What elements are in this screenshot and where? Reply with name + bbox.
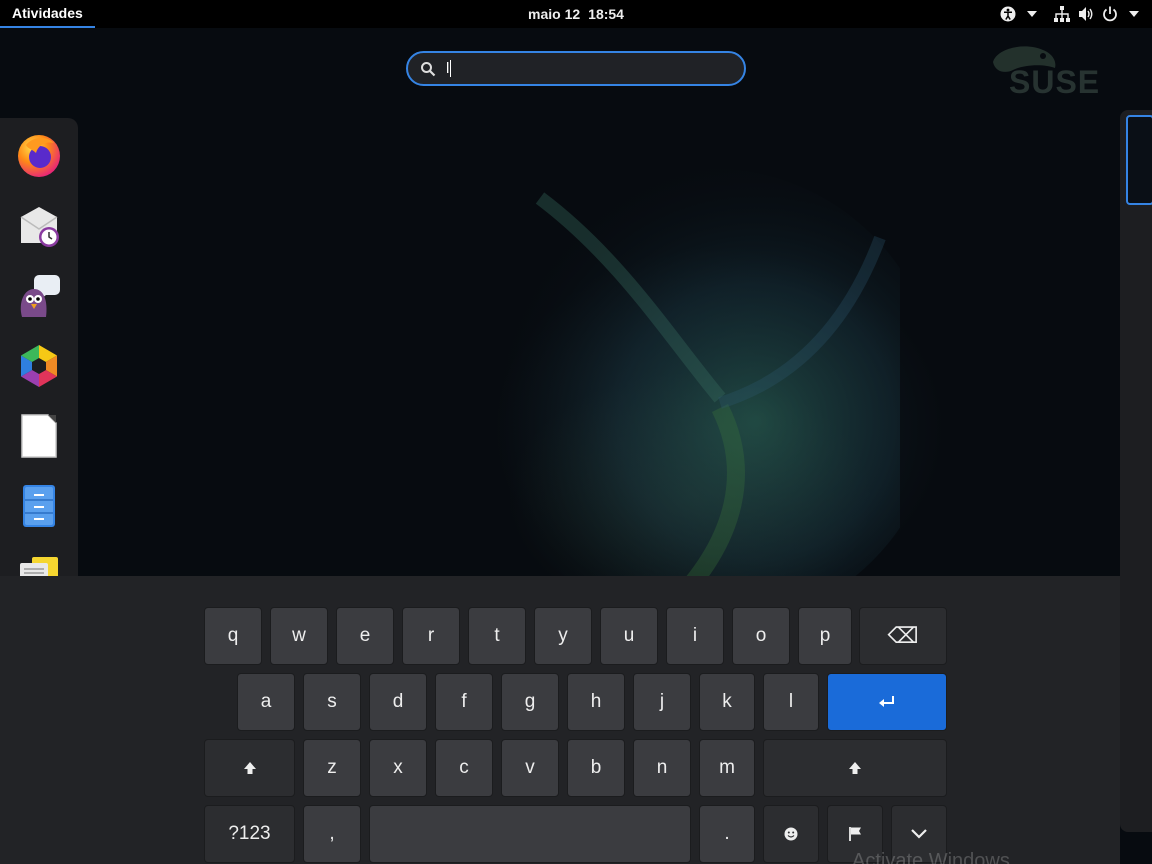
key-x[interactable]: x: [369, 739, 427, 797]
dash-item-libreoffice[interactable]: [14, 411, 64, 461]
key-l[interactable]: l: [763, 673, 819, 731]
key-w[interactable]: w: [270, 607, 328, 665]
key-y[interactable]: y: [534, 607, 592, 665]
clock-date: maio 12: [528, 6, 581, 22]
on-screen-keyboard: q w e r t y u i o p ⌫ a s d f g h j k l …: [0, 576, 1120, 864]
backspace-icon: ⌫: [887, 623, 919, 648]
clock-time: 18:54: [588, 6, 624, 22]
key-b[interactable]: b: [567, 739, 625, 797]
pidgin-icon: [20, 275, 60, 317]
key-k[interactable]: k: [699, 673, 755, 731]
libreoffice-icon: [21, 414, 57, 458]
enter-icon: [879, 696, 894, 707]
shift-left-key[interactable]: [204, 739, 295, 797]
chevron-down-icon: [1024, 6, 1040, 22]
system-menu[interactable]: [1054, 6, 1142, 22]
search-input[interactable]: l: [406, 51, 746, 86]
key-f[interactable]: f: [435, 673, 493, 731]
key-s[interactable]: s: [303, 673, 361, 731]
top-bar: Atividades maio 12 18:54: [0, 0, 1152, 28]
dash-item-evolution[interactable]: [14, 201, 64, 251]
workspace-thumbnail[interactable]: [1126, 115, 1152, 205]
chevron-down-icon: [911, 829, 927, 839]
dash-item-files[interactable]: [14, 481, 64, 531]
text-caret: [450, 60, 452, 77]
activities-button[interactable]: Atividades: [0, 0, 95, 28]
key-v[interactable]: v: [501, 739, 559, 797]
shift-icon: [243, 762, 256, 774]
firefox-icon: [18, 135, 60, 177]
space-key[interactable]: [369, 805, 691, 863]
evolution-mail-icon: [20, 207, 59, 247]
workspace-switcher: [1120, 110, 1152, 832]
key-period[interactable]: .: [699, 805, 755, 863]
chevron-down-icon: [1126, 6, 1142, 22]
search-value: l: [446, 60, 450, 77]
key-o[interactable]: o: [732, 607, 790, 665]
key-a[interactable]: a: [237, 673, 295, 731]
key-g[interactable]: g: [501, 673, 559, 731]
clock[interactable]: maio 12 18:54: [0, 0, 1152, 28]
key-j[interactable]: j: [633, 673, 691, 731]
key-comma[interactable]: ,: [303, 805, 361, 863]
dash-item-firefox[interactable]: [14, 131, 64, 181]
key-i[interactable]: i: [666, 607, 724, 665]
flag-icon: [849, 827, 861, 841]
accessibility-icon: [1000, 6, 1016, 22]
key-r[interactable]: r: [402, 607, 460, 665]
key-n[interactable]: n: [633, 739, 691, 797]
dash-item-pidgin[interactable]: [14, 271, 64, 321]
emoji-icon: [784, 827, 798, 841]
photos-icon: [21, 345, 57, 387]
dash-item-photos[interactable]: [14, 341, 64, 391]
key-m[interactable]: m: [699, 739, 755, 797]
key-d[interactable]: d: [369, 673, 427, 731]
accessibility-menu[interactable]: [1000, 6, 1040, 22]
wallpaper-swirl: [480, 168, 900, 618]
key-e[interactable]: e: [336, 607, 394, 665]
power-icon: [1102, 6, 1118, 22]
numbers-key[interactable]: ?123: [204, 805, 295, 863]
key-h[interactable]: h: [567, 673, 625, 731]
enter-key[interactable]: [827, 673, 947, 731]
key-c[interactable]: c: [435, 739, 493, 797]
suse-logo-text: SUSE: [1009, 64, 1101, 100]
key-t[interactable]: t: [468, 607, 526, 665]
shift-icon: [849, 762, 861, 774]
backspace-key[interactable]: ⌫: [859, 607, 947, 665]
key-q[interactable]: q: [204, 607, 262, 665]
network-wired-icon: [1054, 6, 1070, 22]
shift-right-key[interactable]: [763, 739, 947, 797]
file-cabinet-icon: [23, 485, 55, 527]
system-tray: [1000, 0, 1142, 28]
activation-watermark: Activate Windows: [852, 850, 1010, 864]
emoji-key[interactable]: [763, 805, 819, 863]
volume-icon: [1078, 6, 1094, 22]
key-z[interactable]: z: [303, 739, 361, 797]
key-p[interactable]: p: [798, 607, 852, 665]
key-u[interactable]: u: [600, 607, 658, 665]
search-icon: [420, 61, 436, 77]
